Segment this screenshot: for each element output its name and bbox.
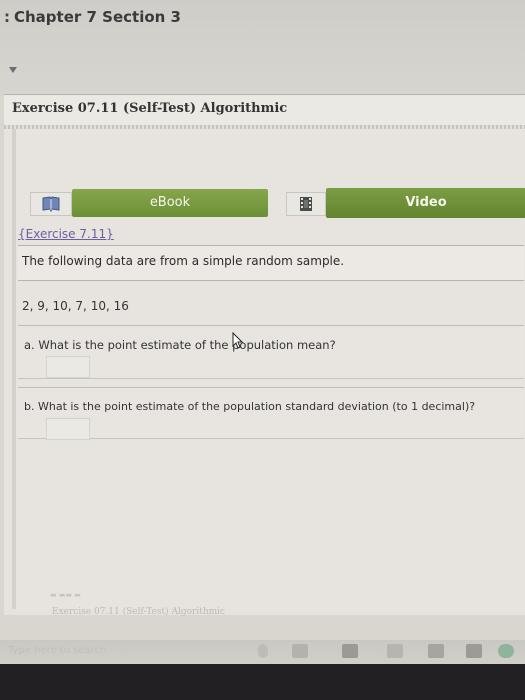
taskbar-app-icon[interactable] bbox=[292, 644, 308, 658]
chapter-title-text: Chapter 7 Section 3 bbox=[14, 8, 181, 26]
answer-input-a[interactable] bbox=[46, 356, 90, 378]
part-b-question: b. What is the point estimate of the pop… bbox=[24, 400, 476, 413]
screen-bezel bbox=[0, 664, 525, 700]
browser-icon[interactable] bbox=[498, 644, 514, 658]
microphone-icon[interactable] bbox=[258, 644, 268, 658]
taskbar-app-icon[interactable] bbox=[342, 644, 358, 658]
question-intro: The following data are from a simple ran… bbox=[22, 254, 345, 268]
collapse-arrow-icon[interactable] bbox=[9, 67, 17, 73]
question-intro-box: The following data are from a simple ran… bbox=[18, 245, 524, 281]
book-icon bbox=[42, 196, 60, 212]
video-icon-button[interactable] bbox=[286, 192, 326, 216]
taskbar-app-icon[interactable] bbox=[387, 644, 403, 658]
taskbar-app-icon[interactable] bbox=[466, 644, 482, 658]
question-content: eBook Video {Exercise 7.11} The followin… bbox=[12, 129, 525, 617]
top-bar: : Chapter 7 Section 3 bbox=[0, 0, 525, 92]
exercise-title: Exercise 07.11 (Self-Test) Algorithmic bbox=[12, 101, 288, 116]
footer-exercise-label: Exercise 07.11 (Self-Test) Algorithmic bbox=[52, 607, 226, 617]
taskbar: Type here to search bbox=[0, 640, 525, 664]
film-icon bbox=[300, 197, 312, 211]
chapter-glyph-icon: : bbox=[4, 8, 10, 26]
faded-score-icon: ▬ ▬▬ ▬ bbox=[50, 591, 81, 599]
sample-data: 2, 9, 10, 7, 10, 16 bbox=[22, 299, 129, 313]
exercise-panel: Exercise 07.11 (Self-Test) Algorithmic e… bbox=[4, 94, 525, 617]
exercise-link[interactable]: {Exercise 7.11} bbox=[18, 227, 114, 241]
chapter-title[interactable]: : Chapter 7 Section 3 bbox=[4, 8, 181, 26]
mouse-cursor-icon bbox=[232, 332, 244, 349]
exercise-header: Exercise 07.11 (Self-Test) Algorithmic bbox=[4, 95, 525, 125]
mail-icon[interactable] bbox=[428, 644, 444, 658]
video-button[interactable]: Video bbox=[326, 188, 525, 218]
part-b-box: b. What is the point estimate of the pop… bbox=[18, 387, 524, 440]
taskbar-search[interactable]: Type here to search bbox=[8, 645, 106, 656]
part-a-question: a. What is the point estimate of the pop… bbox=[24, 338, 336, 352]
part-a-box: a. What is the point estimate of the pop… bbox=[18, 325, 524, 379]
ebook-button[interactable]: eBook bbox=[72, 189, 268, 217]
answer-input-b[interactable] bbox=[46, 418, 90, 440]
ebook-icon-button[interactable] bbox=[30, 192, 72, 216]
